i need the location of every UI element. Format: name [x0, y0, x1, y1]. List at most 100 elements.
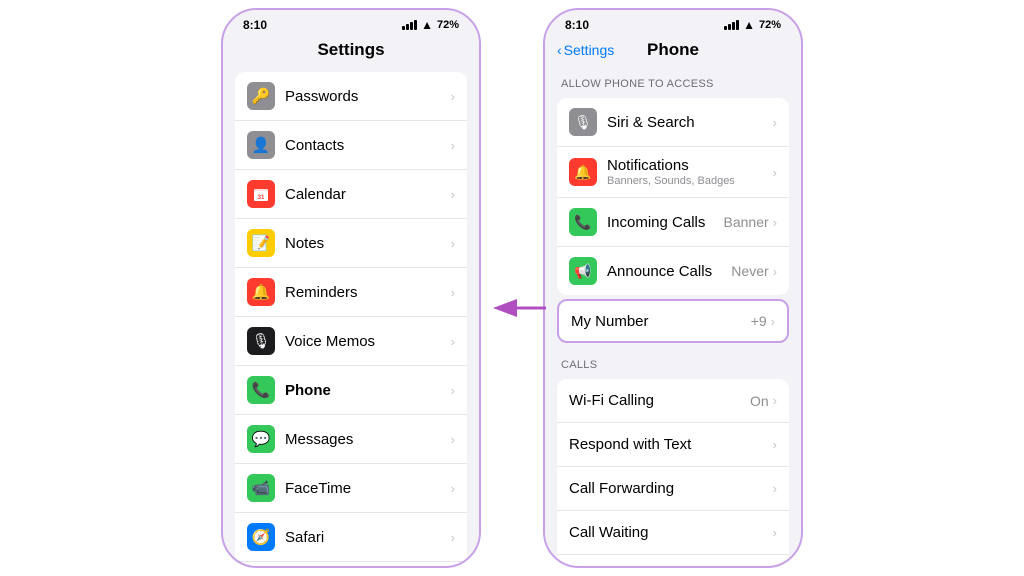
time-right: 8:10 [565, 18, 589, 32]
settings-item-phone[interactable]: 📞 Phone › [235, 366, 467, 415]
show-caller-id-item[interactable]: Show My Caller ID › [557, 555, 789, 566]
notifications-icon: 🔔 [569, 158, 597, 186]
safari-icon: 🧭 [247, 523, 275, 551]
incoming-calls-item[interactable]: 📞 Incoming Calls Banner › [557, 198, 789, 247]
incoming-calls-label: Incoming Calls [607, 214, 724, 231]
siri-icon: 🎙 [569, 108, 597, 136]
back-button[interactable]: ‹ Settings [557, 42, 614, 58]
announce-calls-value: Never [731, 263, 768, 279]
notifications-chevron: › [773, 165, 777, 180]
status-icons-left: ▲ 72% [402, 18, 459, 32]
notifications-sublabel: Banners, Sounds, Badges [607, 175, 773, 187]
settings-item-calendar[interactable]: 31 Calendar › [235, 170, 467, 219]
settings-item-stocks[interactable]: Stocks › [235, 562, 467, 566]
messages-icon: 💬 [247, 425, 275, 453]
safari-label: Safari [285, 529, 451, 546]
calls-list: Wi-Fi Calling On › Respond with Text › [557, 379, 789, 566]
phone-settings-scroll: ALLOW PHONE TO ACCESS 🎙 Siri & Search › … [545, 66, 801, 566]
settings-item-messages[interactable]: 💬 Messages › [235, 415, 467, 464]
siri-label: Siri & Search [607, 114, 773, 131]
settings-item-reminders[interactable]: 🔔 Reminders › [235, 268, 467, 317]
reminders-label: Reminders [285, 284, 451, 301]
settings-title: Settings [223, 36, 479, 68]
reminders-chevron: › [451, 285, 455, 300]
respond-text-item[interactable]: Respond with Text › [557, 423, 789, 467]
status-bar-left: 8:10 ▲ 72% [223, 10, 479, 36]
notifications-item[interactable]: 🔔 Notifications Banners, Sounds, Badges … [557, 147, 789, 198]
announce-calls-label: Announce Calls [607, 263, 731, 280]
siri-chevron: › [773, 115, 777, 130]
time-left: 8:10 [243, 18, 267, 32]
incoming-calls-chevron: › [773, 215, 777, 230]
status-icons-right: ▲ 72% [724, 18, 781, 32]
siri-label-wrap: Siri & Search [607, 114, 773, 131]
announce-calls-icon: 📢 [569, 257, 597, 285]
phone-label: Phone [285, 382, 451, 399]
notes-chevron: › [451, 236, 455, 251]
facetime-icon: 📹 [247, 474, 275, 502]
notes-label: Notes [285, 235, 451, 252]
signal-icon-right [724, 20, 739, 30]
section-access-header: ALLOW PHONE TO ACCESS [545, 66, 801, 94]
settings-item-contacts[interactable]: 👤 Contacts › [235, 121, 467, 170]
voice-memos-chevron: › [451, 334, 455, 349]
respond-text-label: Respond with Text [569, 436, 773, 453]
wifi-calling-label: Wi-Fi Calling [569, 392, 750, 409]
wifi-calling-item[interactable]: Wi-Fi Calling On › [557, 379, 789, 423]
wifi-calling-value: On [750, 393, 769, 409]
calls-section-header: CALLS [545, 347, 801, 375]
call-waiting-label: Call Waiting [569, 524, 773, 541]
incoming-calls-wrap: Incoming Calls [607, 214, 724, 231]
settings-item-safari[interactable]: 🧭 Safari › [235, 513, 467, 562]
wifi-calling-chevron: › [773, 393, 777, 408]
my-number-row[interactable]: My Number +9 › [557, 299, 789, 343]
settings-item-notes[interactable]: 📝 Notes › [235, 219, 467, 268]
wifi-calling-wrap: Wi-Fi Calling [569, 392, 750, 409]
settings-item-passwords[interactable]: 🔑 Passwords › [235, 72, 467, 121]
notes-icon: 📝 [247, 229, 275, 257]
announce-calls-wrap: Announce Calls [607, 263, 731, 280]
settings-list: 🔑 Passwords › 👤 Contacts › [223, 68, 479, 566]
settings-item-voice-memos[interactable]: 🎙 Voice Memos › [235, 317, 467, 366]
safari-chevron: › [451, 530, 455, 545]
back-label: Settings [564, 42, 615, 58]
signal-icon [402, 20, 417, 30]
settings-item-facetime[interactable]: 📹 FaceTime › [235, 464, 467, 513]
battery-icon-right: 72% [759, 19, 781, 31]
status-bar-right: 8:10 ▲ 72% [545, 10, 801, 36]
svg-text:31: 31 [258, 195, 265, 201]
calendar-icon: 31 [247, 180, 275, 208]
access-list: 🎙 Siri & Search › 🔔 Notifications Banner… [557, 98, 789, 295]
back-chevron-icon: ‹ [557, 42, 562, 58]
call-waiting-wrap: Call Waiting [569, 524, 773, 541]
call-forwarding-item[interactable]: Call Forwarding › [557, 467, 789, 511]
incoming-calls-icon: 📞 [569, 208, 597, 236]
my-number-chevron: › [771, 314, 775, 329]
announce-calls-item[interactable]: 📢 Announce Calls Never › [557, 247, 789, 295]
phone-arrow [491, 293, 551, 323]
respond-text-wrap: Respond with Text [569, 436, 773, 453]
messages-chevron: › [451, 432, 455, 447]
phone-settings-title: Phone [647, 40, 699, 60]
contacts-chevron: › [451, 138, 455, 153]
incoming-calls-value: Banner [724, 214, 769, 230]
battery-icon: 72% [437, 19, 459, 31]
calendar-chevron: › [451, 187, 455, 202]
messages-label: Messages [285, 431, 451, 448]
phone-chevron: › [451, 383, 455, 398]
facetime-label: FaceTime [285, 480, 451, 497]
passwords-icon: 🔑 [247, 82, 275, 110]
notifications-label: Notifications [607, 157, 773, 174]
calendar-label: Calendar [285, 186, 451, 203]
wifi-icon-right: ▲ [743, 18, 755, 32]
call-forwarding-wrap: Call Forwarding [569, 480, 773, 497]
siri-search-item[interactable]: 🎙 Siri & Search › [557, 98, 789, 147]
settings-group-main: 🔑 Passwords › 👤 Contacts › [235, 72, 467, 566]
call-waiting-item[interactable]: Call Waiting › [557, 511, 789, 555]
facetime-chevron: › [451, 481, 455, 496]
respond-text-chevron: › [773, 437, 777, 452]
call-forwarding-label: Call Forwarding [569, 480, 773, 497]
announce-calls-chevron: › [773, 264, 777, 279]
call-forwarding-chevron: › [773, 481, 777, 496]
call-waiting-chevron: › [773, 525, 777, 540]
